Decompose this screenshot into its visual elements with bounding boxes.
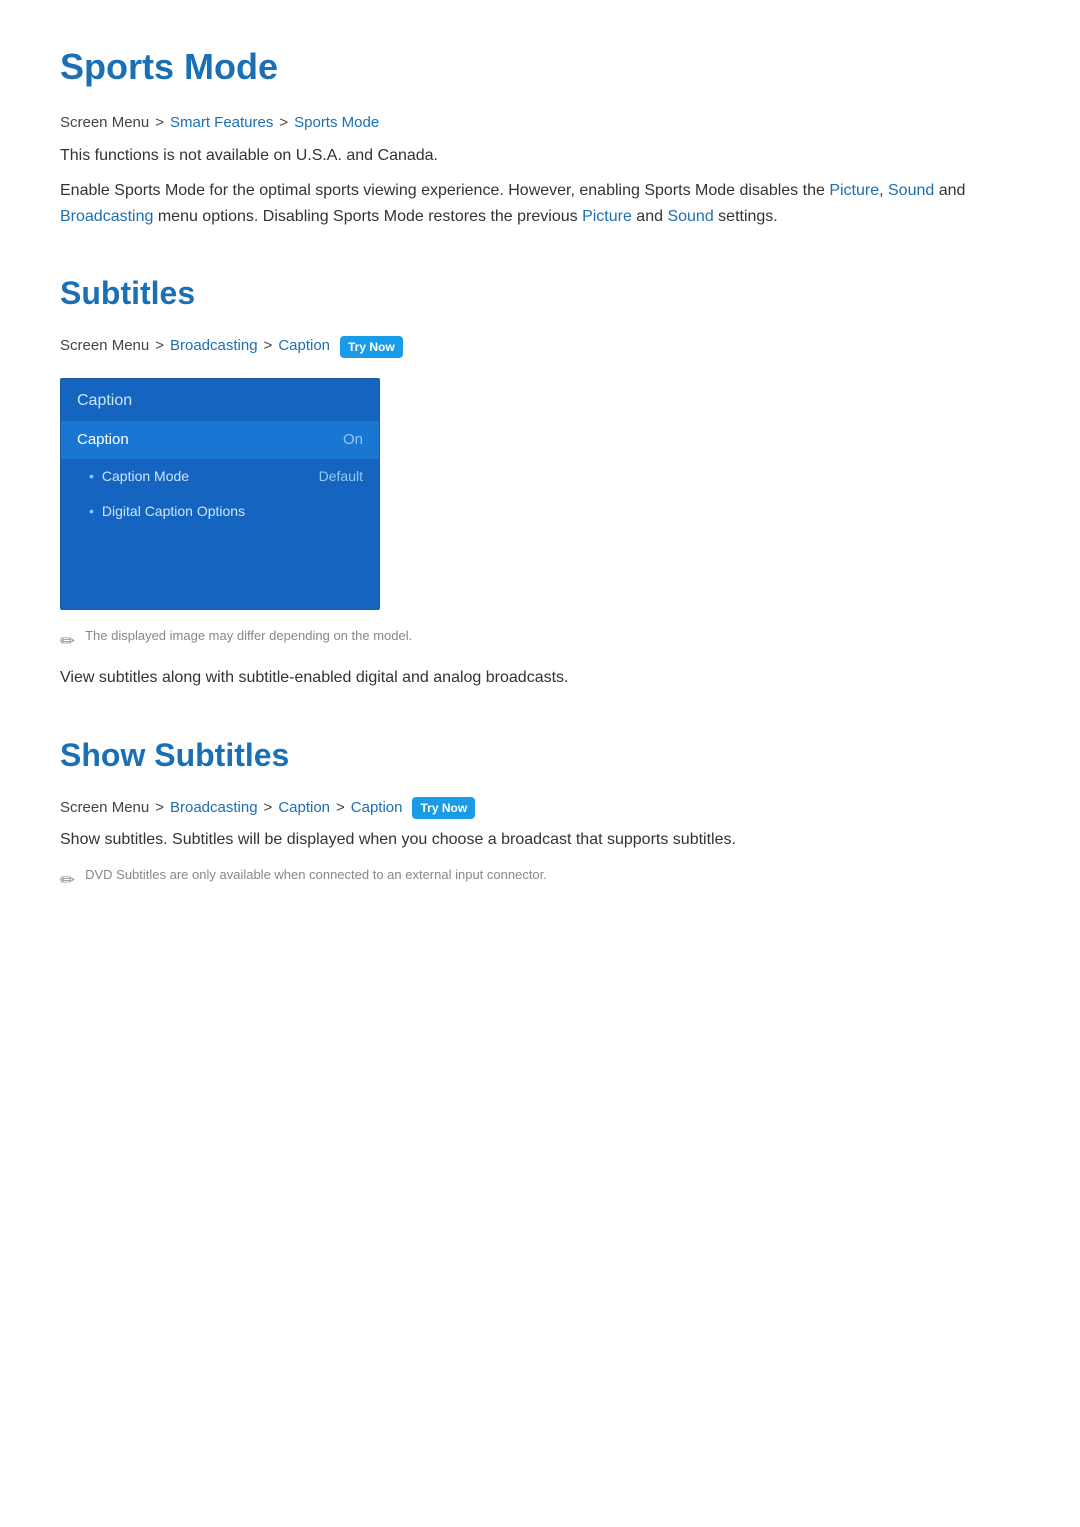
breadcrumb-separator-1: > [155,112,164,135]
sports-mode-description: Enable Sports Mode for the optimal sport… [60,178,1020,229]
show-subtitles-section: Show Subtitles Screen Menu > Broadcastin… [60,731,1020,894]
breadcrumb-screen-menu: Screen Menu [60,112,149,135]
link-broadcasting-1[interactable]: Broadcasting [60,208,153,225]
link-picture-2[interactable]: Picture [582,208,632,225]
breadcrumb-sep-3: > [155,335,164,358]
caption-row-label: Caption [77,429,129,452]
pencil-icon: ✏ [60,628,75,655]
breadcrumb-screen-menu-2: Screen Menu [60,335,149,358]
subtitles-note-text: The displayed image may differ depending… [85,626,412,646]
subtitles-breadcrumb: Screen Menu > Broadcasting > Caption Try… [60,335,1020,358]
breadcrumb-sep-4: > [264,335,273,358]
caption-mode-label: • Caption Mode [89,466,189,487]
breadcrumb-broadcasting-2[interactable]: Broadcasting [170,797,258,820]
caption-box-header: Caption [61,379,379,421]
show-subtitles-breadcrumb: Screen Menu > Broadcasting > Caption > C… [60,797,1020,820]
breadcrumb-caption-1[interactable]: Caption [278,335,330,358]
caption-row-value: On [343,429,363,452]
breadcrumb-caption-3[interactable]: Caption [351,797,403,820]
breadcrumb-sep-7: > [336,797,345,820]
breadcrumb-separator-2: > [279,112,288,135]
breadcrumb-sports-mode[interactable]: Sports Mode [294,112,379,135]
subtitles-title: Subtitles [60,269,1020,317]
link-sound-2[interactable]: Sound [667,208,713,225]
breadcrumb-screen-menu-3: Screen Menu [60,797,149,820]
try-now-badge-1[interactable]: Try Now [340,336,403,358]
digital-caption-options-row[interactable]: • Digital Caption Options [61,494,379,529]
link-picture-1[interactable]: Picture [829,182,879,199]
show-subtitles-note-row: ✏ DVD Subtitles are only available when … [60,865,1020,894]
digital-caption-label: • Digital Caption Options [89,501,245,522]
sports-mode-title: Sports Mode [60,40,1020,94]
bullet-icon-1: • [89,466,94,487]
breadcrumb-caption-2[interactable]: Caption [278,797,330,820]
subtitles-description: View subtitles along with subtitle-enabl… [60,665,1020,691]
caption-mode-row[interactable]: • Caption Mode Default [61,459,379,494]
caption-box-caption-row[interactable]: Caption On [61,421,379,460]
breadcrumb-sep-6: > [264,797,273,820]
bullet-icon-2: • [89,501,94,522]
caption-box-spacer [61,529,379,609]
show-subtitles-description: Show subtitles. Subtitles will be displa… [60,827,1020,853]
subtitles-section: Subtitles Screen Menu > Broadcasting > C… [60,269,1020,691]
link-sound-1[interactable]: Sound [888,182,934,199]
breadcrumb-smart-features[interactable]: Smart Features [170,112,273,135]
subtitles-note-row: ✏ The displayed image may differ dependi… [60,626,1020,655]
try-now-badge-2[interactable]: Try Now [412,797,475,819]
show-subtitles-note-text: DVD Subtitles are only available when co… [85,865,547,885]
pencil-icon-2: ✏ [60,867,75,894]
breadcrumb-sep-5: > [155,797,164,820]
caption-mode-value: Default [319,466,363,487]
breadcrumb-broadcasting-1[interactable]: Broadcasting [170,335,258,358]
sports-mode-section: Sports Mode Screen Menu > Smart Features… [60,40,1020,229]
sports-mode-note: This functions is not available on U.S.A… [60,143,1020,169]
sports-mode-breadcrumb: Screen Menu > Smart Features > Sports Mo… [60,112,1020,135]
caption-ui-box: Caption Caption On • Caption Mode Defaul… [60,378,380,611]
show-subtitles-title: Show Subtitles [60,731,1020,779]
